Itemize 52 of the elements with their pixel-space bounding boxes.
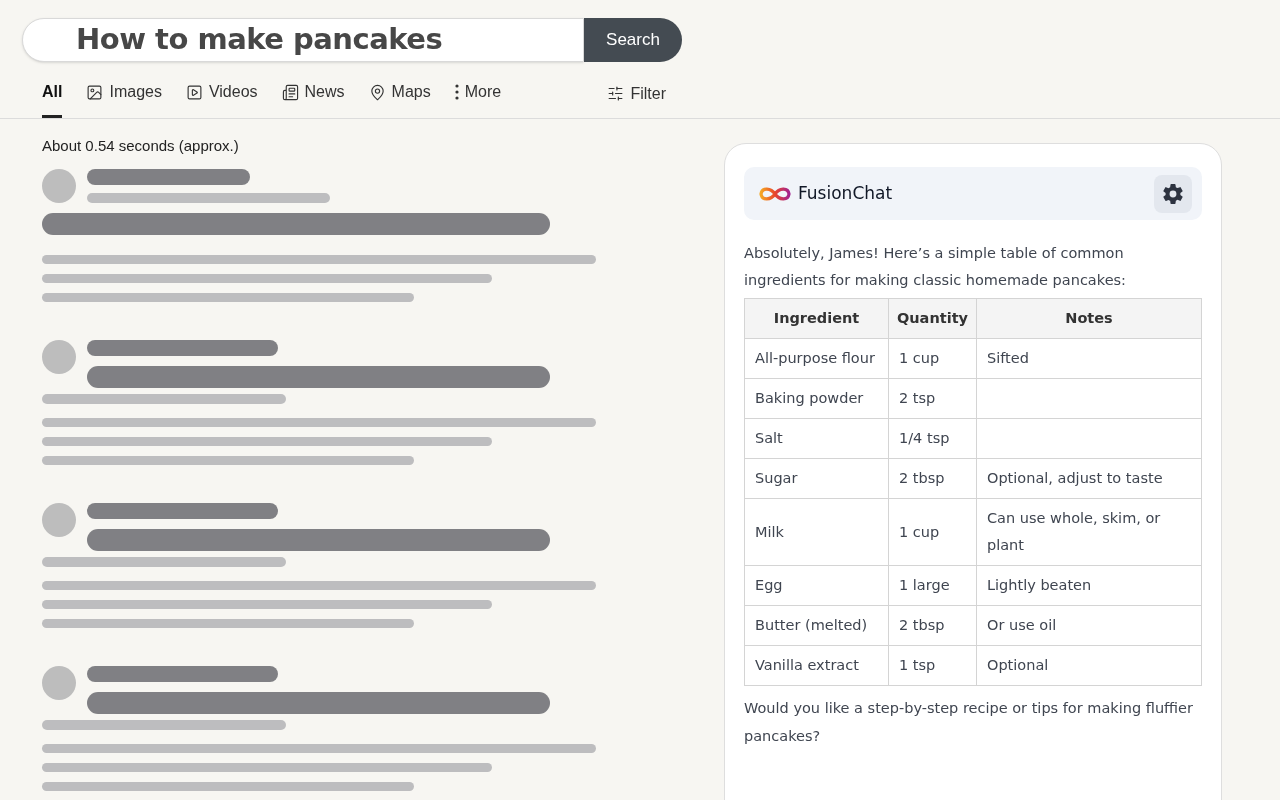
table-cell: Butter (melted) [755, 617, 868, 633]
search-field[interactable]: How to make pancakes [22, 18, 584, 62]
table-cell: 2 tbsp [899, 617, 945, 633]
search-query: How to make pancakes [76, 21, 443, 59]
table-cell: Or use oil [987, 617, 1057, 633]
sliders-icon [607, 85, 625, 102]
search-tab[interactable]: All [42, 81, 63, 118]
table-cell: Sugar [755, 470, 798, 486]
chat-message: Absolutely, James! Here’s a simple table of common ingredients for making classic homemade pancakes: [744, 244, 1127, 290]
settings-icon [1162, 182, 1184, 205]
column-header: Ingredient [744, 298, 889, 339]
table-cell: Lightly beaten [987, 577, 1092, 593]
table-cell: 1 cup [899, 350, 940, 366]
column-header: Notes [976, 298, 1202, 339]
filter-button[interactable]: Filter [607, 81, 666, 118]
avatar-placeholder [42, 169, 76, 203]
search-button[interactable]: Search [584, 18, 682, 62]
chat-message: Would you like a step-by-step recipe or tips for making fluffier pancakes? [744, 699, 1194, 746]
table-cell: Egg [755, 577, 783, 593]
search-tab[interactable]: Images [86, 81, 162, 118]
table-cell: Salt [755, 430, 783, 446]
newspaper-icon [281, 83, 299, 101]
table-cell: Optional, adjust to taste [987, 470, 1163, 486]
table-cell: 2 tbsp [899, 470, 945, 486]
table-cell: 1 cup [899, 523, 940, 540]
image-icon [86, 83, 104, 101]
more-icon [454, 84, 459, 100]
table-cell: Vanilla extract [755, 657, 859, 673]
chat-title: FusionChat [798, 181, 893, 205]
table-cell: Can use whole, skim, or plant [987, 510, 1161, 553]
table-cell: Milk [755, 523, 784, 540]
avatar-placeholder [42, 340, 76, 374]
table-cell: 1/4 tsp [899, 430, 950, 446]
search-tab[interactable]: Maps [368, 81, 431, 118]
infinity-logo-icon [758, 185, 792, 202]
table-cell: Sifted [987, 350, 1029, 366]
search-tab[interactable]: Videos [185, 81, 258, 118]
table-cell: 1 tsp [899, 657, 936, 673]
table-cell: 2 tsp [899, 390, 936, 406]
table-cell: 1 large [899, 577, 950, 593]
table-cell: All-purpose flour [755, 350, 875, 366]
map-pin-icon [368, 83, 386, 101]
column-header: Quantity [888, 298, 977, 339]
play-icon [185, 83, 203, 101]
avatar-placeholder [42, 666, 76, 700]
search-tab[interactable]: More [454, 81, 502, 118]
table-cell: Optional [987, 657, 1049, 673]
result-stats: About 0.54 seconds (approx.) [42, 136, 240, 153]
avatar-placeholder [42, 503, 76, 537]
search-tab[interactable]: News [281, 81, 345, 118]
table-cell: Baking powder [755, 390, 864, 406]
settings-button[interactable] [1154, 174, 1192, 213]
